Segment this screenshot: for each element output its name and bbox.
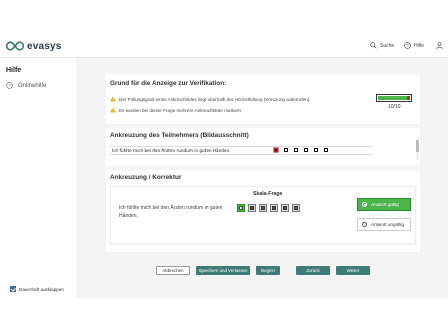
checkbox-icon: [250, 206, 254, 210]
infinity-logo-icon: [6, 41, 24, 51]
verification-card: Grund für die Anzeige zur Verifikation: …: [106, 74, 420, 124]
help-circle-icon: ?: [404, 42, 411, 49]
help-sidebar: Hilfe ? Onlinehilfe Dauerhaft ausklappen: [0, 58, 78, 298]
help-label: Hilfe: [414, 42, 425, 49]
correction-heading: Ankreuzung / Korrektur: [110, 174, 182, 181]
warning-reason: Es wurden bei dieser Frage mehrere Ankre…: [110, 107, 242, 113]
scale-option-4[interactable]: [270, 204, 278, 212]
radio-selected-icon: [362, 202, 367, 207]
expand-permanently-checkbox[interactable]: Dauerhaft ausklappen: [10, 286, 64, 292]
warning-icon: [110, 107, 116, 113]
scrollbar-thumb[interactable]: [416, 140, 419, 152]
fill-level-fill: [378, 96, 410, 100]
app-logo[interactable]: evasys: [6, 40, 62, 52]
user-icon: [436, 42, 443, 49]
sidebar-title: Hilfe: [6, 67, 22, 74]
user-menu-button[interactable]: [436, 42, 446, 49]
question-text: Ich fühlte mich bei den Ärzten rundum in…: [119, 205, 223, 219]
search-icon: [370, 42, 377, 49]
cancel-button[interactable]: Abbrechen: [156, 266, 190, 275]
search-label: Suche: [380, 42, 395, 49]
participant-heading: Ankreuzung des Teilnehmers (Bildausschni…: [110, 132, 249, 139]
checkbox-label: Dauerhaft ausklappen: [19, 286, 64, 292]
answer-valid-label: Antwort gültig: [371, 202, 399, 207]
correction-panel: Skala-Frage Ich fühlte mich bei den Ärzt…: [110, 186, 416, 244]
snippet-scrollbar[interactable]: [416, 138, 419, 160]
checkbox-icon: [239, 206, 243, 210]
warning-text: Der Füllungsgrad eines Ankreuzfeldes lie…: [119, 96, 311, 102]
answer-invalid-label: Antwort ungültig: [371, 222, 404, 227]
scale-option-1[interactable]: [237, 204, 245, 212]
checkbox-icon: [283, 206, 287, 210]
correction-card: Ankreuzung / Korrektur Skala-Frage Ich f…: [106, 170, 420, 252]
save-exit-button[interactable]: Speichern und Verlassen: [196, 266, 250, 275]
back-button[interactable]: Zurück: [296, 266, 330, 275]
scale-question-label: Skala-Frage: [253, 191, 283, 197]
checkbox-checked-icon: [10, 286, 16, 292]
snippet-box: [324, 148, 328, 152]
participant-card: Ankreuzung des Teilnehmers (Bildausschni…: [106, 128, 420, 166]
warning-text: Es wurden bei dieser Frage mehrere Ankre…: [119, 107, 243, 113]
help-button[interactable]: ? Hilfe: [404, 42, 424, 49]
sidebar-item-onlinehilfe[interactable]: ? Onlinehilfe: [6, 82, 46, 89]
fill-level-label: 10/10: [388, 104, 401, 110]
snippet-box-marked: [274, 148, 278, 152]
start-button[interactable]: Beginn: [256, 266, 280, 275]
checkbox-icon: [294, 206, 298, 210]
warning-icon: [110, 96, 116, 102]
top-bar: evasys Suche ? Hilfe: [0, 36, 448, 58]
page-footer-area: [0, 298, 448, 336]
next-button[interactable]: Weiter: [336, 266, 370, 275]
radio-icon: [362, 222, 367, 227]
scale-option-2[interactable]: [248, 204, 256, 212]
search-button[interactable]: Suche: [370, 42, 394, 49]
app-name: evasys: [27, 40, 62, 52]
snippet-box: [304, 148, 308, 152]
checkbox-icon: [261, 206, 265, 210]
scale-option-5[interactable]: [281, 204, 289, 212]
scan-snippet: Ich fühlte mich bei den Ärzten rundum in…: [110, 146, 372, 155]
answer-valid-option[interactable]: Antwort gültig: [357, 198, 411, 211]
sidebar-item-label: Onlinehilfe: [18, 82, 47, 89]
verification-heading: Grund für die Anzeige zur Verifikation:: [110, 80, 227, 87]
snippet-boxes: [274, 148, 334, 152]
snippet-text: Ich fühlte mich bei den Ärzten rundum in…: [112, 148, 231, 153]
snippet-box: [314, 148, 318, 152]
main-content: Grund für die Anzeige zur Verifikation: …: [78, 58, 448, 298]
scale-option-6[interactable]: [292, 204, 300, 212]
fill-level-bar: [376, 94, 412, 102]
help-circle-icon: ?: [6, 82, 13, 89]
answer-invalid-option[interactable]: Antwort ungültig: [357, 218, 411, 231]
fill-level-over-marker: [407, 96, 410, 100]
svg-text:?: ?: [406, 43, 409, 48]
checkbox-icon: [272, 206, 276, 210]
scale-options: [237, 204, 303, 212]
svg-text:?: ?: [8, 83, 11, 88]
snippet-box: [284, 148, 288, 152]
snippet-box: [294, 148, 298, 152]
warning-reason: Der Füllungsgrad eines Ankreuzfeldes lie…: [110, 96, 311, 102]
scale-option-3[interactable]: [259, 204, 267, 212]
